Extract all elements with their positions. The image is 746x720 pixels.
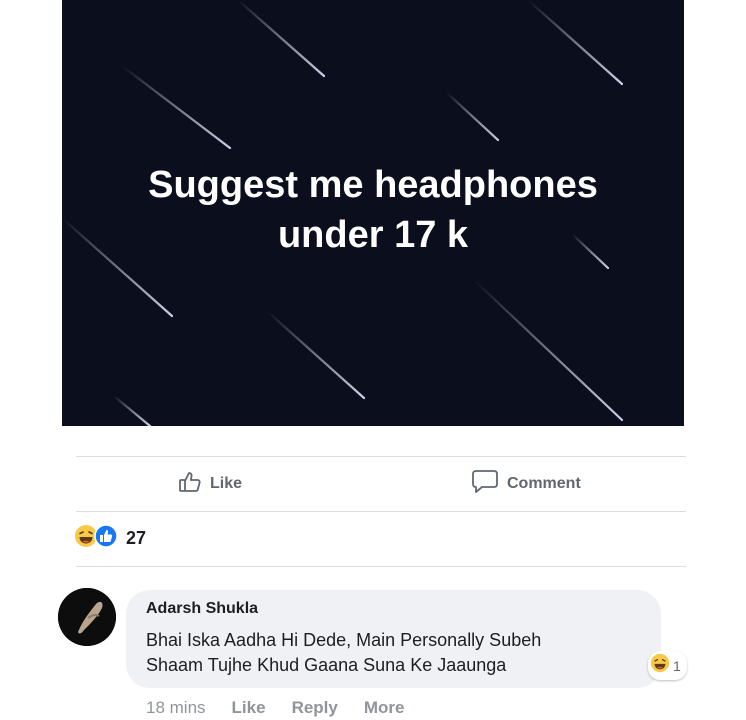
divider xyxy=(76,566,686,567)
comment-button-label: Comment xyxy=(507,475,581,492)
reaction-summary[interactable]: 27 xyxy=(74,524,146,553)
comment-text-line: Bhai Iska Aadha Hi Dede, Main Personally… xyxy=(146,630,542,650)
avatar[interactable] xyxy=(58,588,116,646)
post-image[interactable]: Suggest me headphones under 17 k xyxy=(62,0,684,426)
reaction-count: 27 xyxy=(126,528,147,548)
like-button[interactable]: Like xyxy=(178,466,242,502)
post-text-line: Suggest me headphones xyxy=(148,164,598,206)
comment-like-link[interactable]: Like xyxy=(232,698,266,718)
divider xyxy=(76,511,686,512)
post-text-line: under 17 k xyxy=(277,214,469,256)
comment-reply-link[interactable]: Reply xyxy=(292,698,338,718)
comment-author[interactable]: Adarsh Shukla xyxy=(146,600,258,618)
speech-bubble-icon xyxy=(471,469,507,500)
like-button-label: Like xyxy=(210,475,243,492)
comment-more-link[interactable]: More xyxy=(364,698,405,718)
haha-reaction-icon xyxy=(650,653,670,678)
comment-actions: 18 mins Like Reply More xyxy=(146,698,404,718)
comment-text: Bhai Iska Aadha Hi Dede, Main Personally… xyxy=(146,628,646,678)
comment-timestamp[interactable]: 18 mins xyxy=(146,698,206,718)
post-text: Suggest me headphones under 17 k xyxy=(62,160,684,260)
comment-button[interactable]: Comment xyxy=(471,466,581,502)
comment-reaction-count: 1 xyxy=(673,657,681,674)
like-reaction-icon xyxy=(94,524,118,553)
comment-reaction-badge[interactable]: 1 xyxy=(648,651,687,680)
comment-text-line: Shaam Tujhe Khud Gaana Suna Ke Jaaunga xyxy=(146,655,507,675)
avatar-image xyxy=(58,588,116,646)
comment-bubble: Adarsh Shukla Bhai Iska Aadha Hi Dede, M… xyxy=(126,590,661,688)
thumbs-up-icon xyxy=(178,470,210,499)
divider xyxy=(76,456,686,457)
